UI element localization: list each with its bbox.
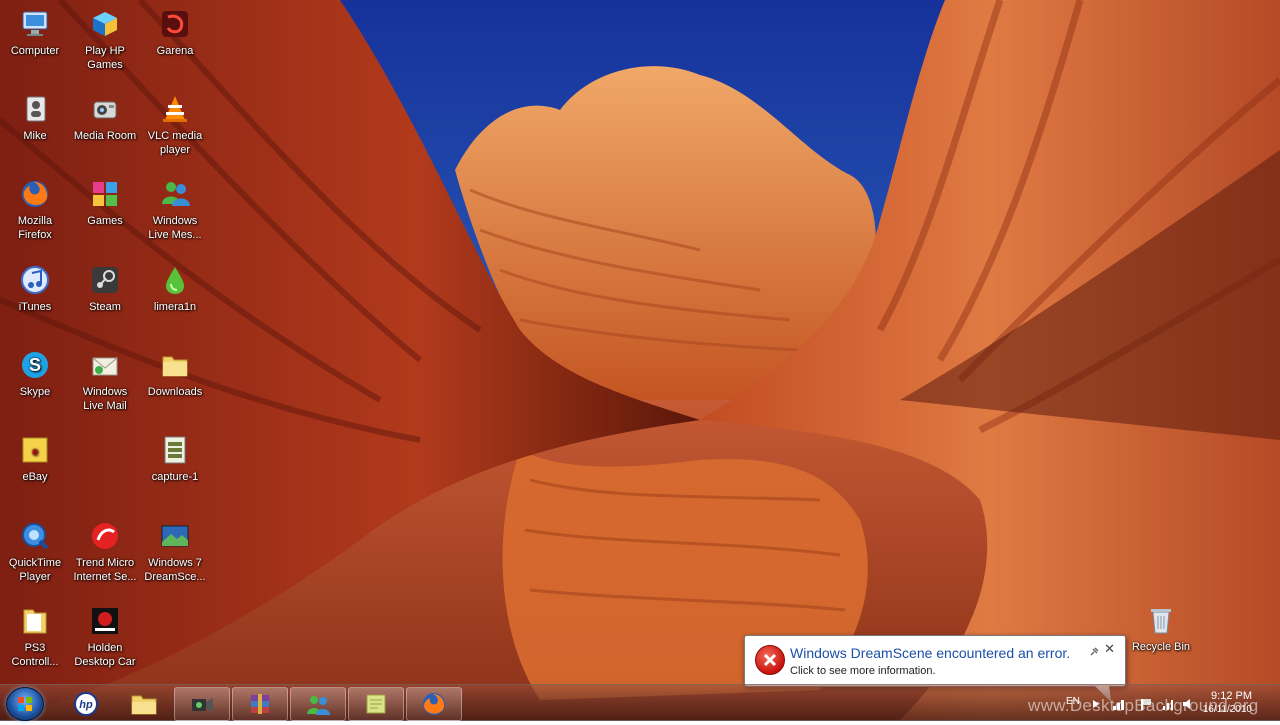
dreamscene-icon — [159, 520, 191, 552]
desktop-icon-windows-live-mail[interactable]: Windows Live Mail — [70, 349, 140, 413]
desktop-icon-label: PS3 Controll... — [11, 642, 59, 668]
garena-icon — [159, 8, 191, 40]
desktop-icon-label: Play HP Games — [85, 45, 125, 71]
media-room-icon — [89, 93, 121, 125]
games-icon — [89, 178, 121, 210]
ps3-folder-icon — [19, 605, 51, 637]
desktop-icon-play-hp-games[interactable]: Play HP Games — [70, 8, 140, 72]
desktop-icon-ebay[interactable]: e eBay — [0, 434, 70, 484]
error-icon — [755, 645, 785, 675]
ebay-icon: e — [19, 434, 51, 466]
quicktime-icon — [19, 520, 51, 552]
firefox-icon — [423, 693, 445, 715]
desktop-icon-itunes[interactable]: iTunes — [0, 264, 70, 314]
windows-logo-icon — [18, 697, 32, 711]
holden-icon — [89, 605, 121, 637]
taskbar-explorer-button[interactable] — [116, 687, 172, 721]
recycle-bin-icon — [1145, 604, 1177, 636]
desktop-icon-label: eBay — [22, 471, 48, 483]
limera1n-icon — [159, 264, 191, 296]
pin-icon[interactable] — [1089, 644, 1099, 656]
desktop-icon-label: Trend Micro Internet Se... — [73, 557, 137, 583]
desktop-icon-steam[interactable]: Steam — [70, 264, 140, 314]
windows-start-button[interactable] — [6, 687, 44, 721]
notification-title: Windows DreamScene encountered an error. — [790, 645, 1071, 661]
taskbar-firefox-button[interactable] — [406, 687, 462, 721]
desktop-icon-quicktime[interactable]: QuickTime Player — [0, 520, 70, 584]
svg-text:hp: hp — [79, 699, 93, 711]
desktop-icon-label: Windows Live Mes... — [148, 215, 202, 241]
desktop-icon-recycle-bin[interactable]: Recycle Bin — [1126, 604, 1196, 654]
video-capture-icon — [192, 698, 213, 712]
winrar-icon — [251, 694, 269, 714]
folder-icon — [159, 349, 191, 381]
desktop-icon-label: Mike — [23, 130, 47, 142]
steam-icon — [89, 264, 121, 296]
desktop-icon-label: Downloads — [147, 386, 203, 398]
computer-icon — [19, 8, 51, 40]
desktop-icon-games[interactable]: Games — [70, 178, 140, 228]
dreamscene-error-notification[interactable]: Windows DreamScene encountered an error.… — [744, 635, 1126, 702]
desktop-icon-limera1n[interactable]: limera1n — [140, 264, 210, 314]
desktop-icon-label: Computer — [10, 45, 60, 57]
svg-text:S: S — [29, 355, 41, 375]
desktop-icon-label: capture-1 — [151, 471, 199, 483]
desktop-icon-mike[interactable]: Mike — [0, 93, 70, 143]
desktop-icon-vlc[interactable]: VLC media player — [140, 93, 210, 157]
sticky-notes-icon — [366, 694, 386, 714]
desktop-icon-garena[interactable]: Garena — [140, 8, 210, 58]
desktop-icon-label: Windows 7 DreamSce... — [144, 557, 206, 583]
watermark: www.DesktopBackground.org — [1028, 696, 1259, 715]
desktop-icon-label: QuickTime Player — [8, 557, 62, 583]
desktop-icon-label: Steam — [89, 301, 121, 313]
desktop-icon-label: iTunes — [18, 301, 52, 313]
desktop-icon-holden-desktop-car[interactable]: Holden Desktop Car — [70, 605, 140, 669]
messenger-icon — [159, 178, 191, 210]
itunes-icon — [19, 264, 51, 296]
desktop-icon-downloads[interactable]: Downloads — [140, 349, 210, 399]
desktop-icon-label: Mozilla Firefox — [17, 215, 53, 241]
desktop-icon-label: Media Room — [73, 130, 137, 142]
notification-subtitle: Click to see more information. — [790, 665, 936, 677]
desktop-icon-dreamscene[interactable]: Windows 7 DreamSce... — [140, 520, 210, 584]
messenger-icon — [307, 696, 330, 715]
desktop-icon-media-room[interactable]: Media Room — [70, 93, 140, 143]
explorer-icon — [131, 695, 157, 715]
desktop-icon-firefox[interactable]: Mozilla Firefox — [0, 178, 70, 242]
desktop-icon-windows-live-messenger[interactable]: Windows Live Mes... — [140, 178, 210, 242]
taskbar-video-capture-button[interactable] — [174, 687, 230, 721]
desktop-icon-label: Recycle Bin — [1131, 641, 1191, 653]
hp-games-icon — [89, 8, 121, 40]
live-mail-icon — [89, 349, 121, 381]
svg-text:e: e — [32, 446, 38, 458]
taskbar-winrar-button[interactable] — [232, 687, 288, 721]
taskbar-sticky-notes-button[interactable] — [348, 687, 404, 721]
user-folder-icon — [19, 93, 51, 125]
desktop-icon-label: VLC media player — [147, 130, 203, 156]
desktop-icon-label: Games — [87, 215, 123, 227]
trend-micro-icon — [89, 520, 121, 552]
hp-icon: hp — [74, 692, 98, 716]
desktop-icon-skype[interactable]: S Skype — [0, 349, 70, 399]
desktop-icon-ps3-controller[interactable]: PS3 Controll... — [0, 605, 70, 669]
video-file-icon — [159, 434, 191, 466]
taskbar-hp-button[interactable]: hp — [58, 687, 114, 721]
desktop-icon-capture-1[interactable]: capture-1 — [140, 434, 210, 484]
firefox-icon — [19, 178, 51, 210]
desktop-icon-label: Holden Desktop Car — [74, 642, 136, 668]
taskbar-messenger-button[interactable] — [290, 687, 346, 721]
desktop-icon-label: Skype — [19, 386, 51, 398]
desktop-icon-label: Garena — [156, 45, 194, 57]
skype-icon: S — [19, 349, 51, 381]
desktop-icon-label: Windows Live Mail — [82, 386, 128, 412]
notification-close-button[interactable]: ✕ — [1104, 642, 1115, 655]
desktop-icon-computer[interactable]: Computer — [0, 8, 70, 58]
desktop-icon-label: limera1n — [153, 301, 197, 313]
desktop-icon-trend-micro[interactable]: Trend Micro Internet Se... — [70, 520, 140, 584]
vlc-icon — [159, 93, 191, 125]
